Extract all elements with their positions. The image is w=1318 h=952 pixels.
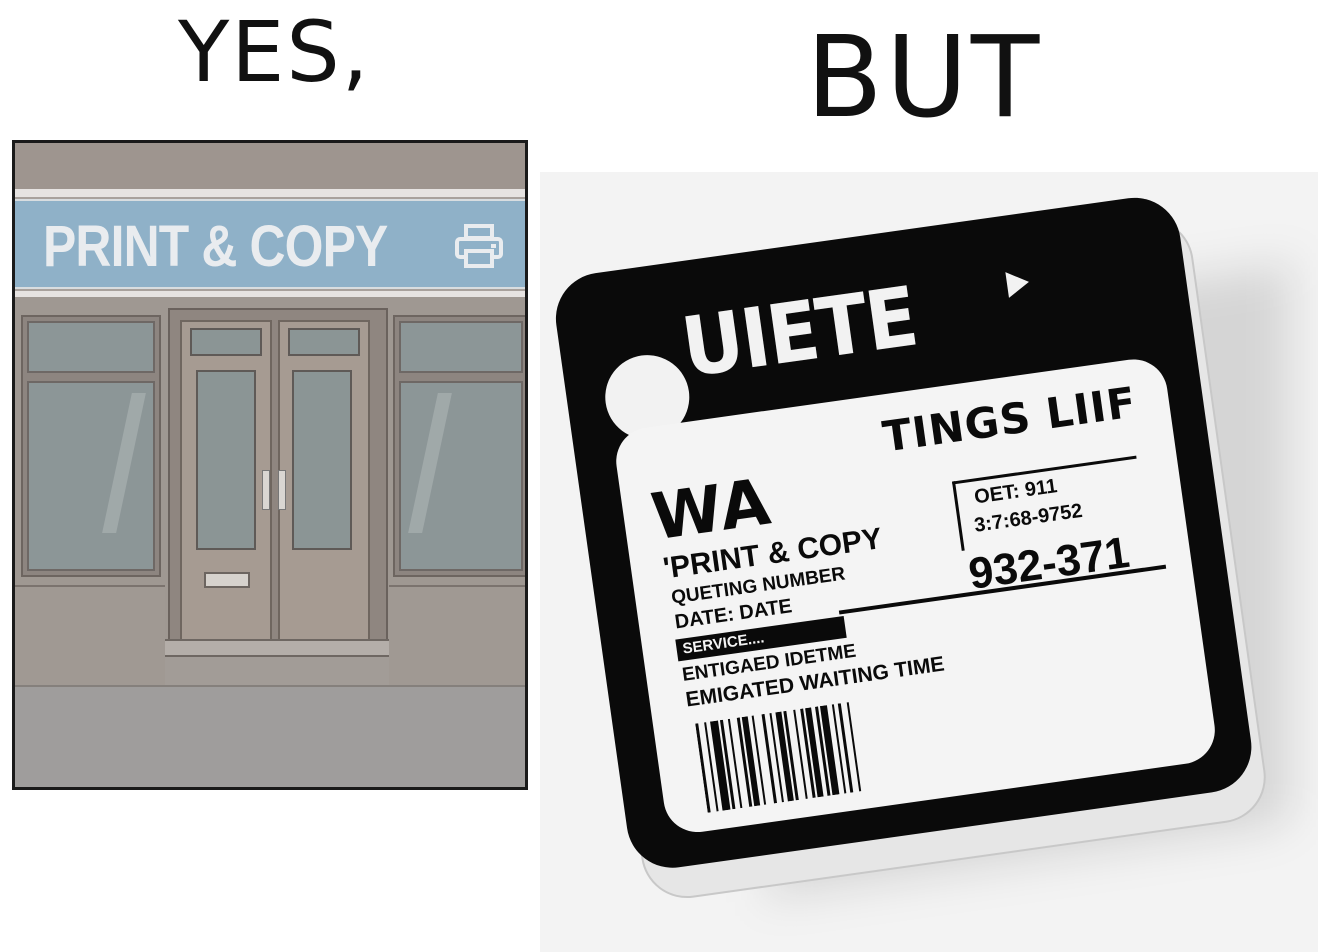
door-left-transom	[190, 328, 262, 356]
label-heading-right: TINGS LIIF	[879, 377, 1140, 462]
door-step-lower	[165, 655, 389, 687]
shop-door	[168, 308, 388, 653]
right-window-top-pane	[399, 321, 523, 373]
wall-base-right	[389, 585, 525, 687]
door-right-transom	[288, 328, 360, 356]
pavement	[15, 685, 525, 787]
door-right-glass	[292, 370, 352, 550]
left-window-top-pane	[27, 321, 155, 373]
window-glare	[408, 393, 452, 533]
ticket-body: UIETE TINGS LIIF WA 'PRINT & COPY OET: 9…	[549, 191, 1258, 874]
door-right-handle	[278, 470, 286, 510]
fascia-trim	[15, 189, 525, 197]
letterbox	[204, 572, 250, 588]
barcode-bar	[695, 723, 711, 813]
but-caption: BUT	[806, 13, 1043, 143]
window-glare	[102, 393, 146, 533]
logo-arrow-icon	[1005, 269, 1031, 298]
ticket-logo-text: UIETE	[676, 269, 922, 397]
wall-base-left	[15, 585, 165, 687]
barcode-bar	[837, 703, 854, 793]
door-left-leaf	[180, 320, 272, 645]
left-window	[21, 315, 161, 577]
shop-sign-text: PRINT & COPY	[43, 214, 388, 279]
door-left-glass	[196, 370, 256, 550]
door-left-handle	[262, 470, 270, 510]
right-window	[393, 315, 525, 577]
left-window-main-pane	[27, 381, 155, 571]
queue-ticket: UIETE TINGS LIIF WA 'PRINT & COPY OET: 9…	[549, 190, 1272, 905]
shop-sign: PRINT & COPY	[15, 199, 525, 289]
door-right-leaf	[278, 320, 370, 645]
shop-front-panel: PRINT & COPY	[12, 140, 528, 790]
fascia	[15, 143, 525, 189]
right-window-main-pane	[399, 381, 523, 571]
printer-icon	[455, 224, 503, 268]
ticket-label: TINGS LIIF WA 'PRINT & COPY OET: 911 3:7…	[611, 355, 1220, 837]
yes-caption: YES,	[178, 3, 371, 101]
